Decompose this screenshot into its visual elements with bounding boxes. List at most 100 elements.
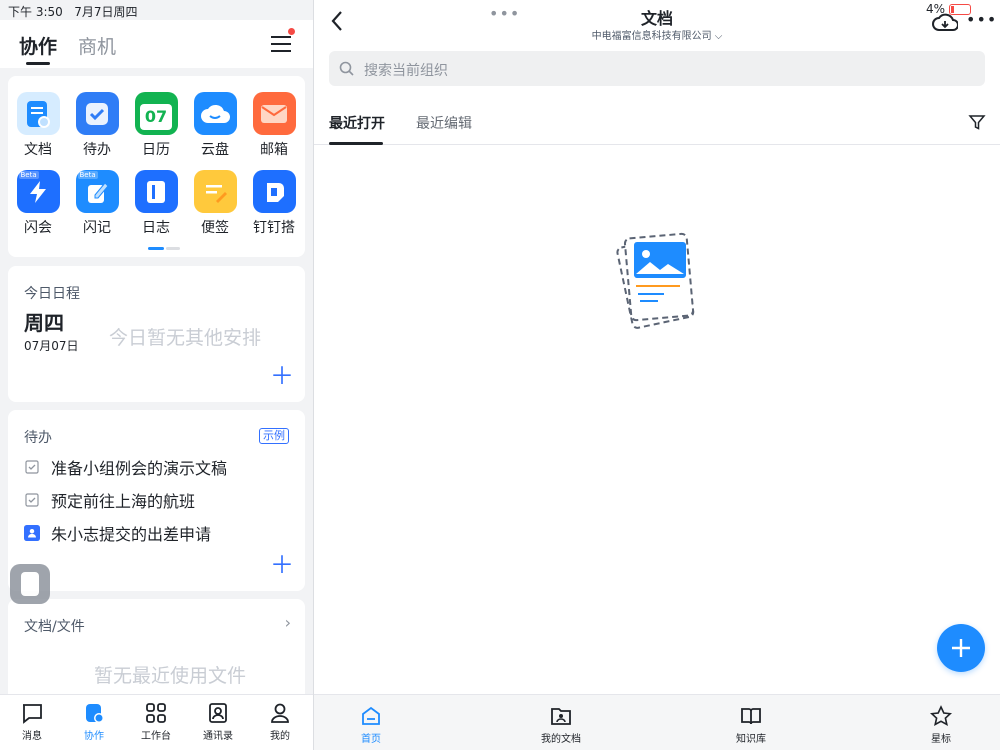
cloud-drive-icon: [193, 92, 237, 135]
app-sticky-note[interactable]: 便签: [185, 170, 245, 237]
checkbox-icon[interactable]: [24, 492, 40, 508]
todo-text: 准备小组例会的演示文稿: [51, 459, 228, 478]
app-label: 钉钉搭: [253, 220, 295, 236]
grid-icon: [146, 703, 166, 723]
app-label: 闪记: [83, 220, 111, 236]
nav-home[interactable]: 首页: [331, 705, 411, 745]
todo-item[interactable]: 朱小志提交的出差申请: [24, 521, 211, 545]
app-label: 日历: [142, 142, 170, 158]
app-label: 待办: [83, 142, 111, 158]
chat-icon: [23, 704, 42, 724]
app-label: 闪会: [24, 220, 52, 236]
folder-user-icon: [551, 708, 571, 725]
todo-text: 朱小志提交的出差申请: [51, 525, 212, 544]
docs-title: 文档/文件: [24, 619, 85, 635]
add-todo-button[interactable]: ＋: [270, 553, 294, 577]
beta-badge: Beta: [18, 171, 39, 179]
bottom-nav: 消息 协作 工作台 通讯录 我的: [0, 694, 313, 750]
doc-bottom-nav: 首页 我的文档 知识库 星标: [314, 694, 1000, 750]
org-name: 中电福富信息科技有限公司: [591, 31, 712, 42]
search-icon: [339, 61, 354, 76]
nav-collaboration[interactable]: 协作: [64, 701, 124, 742]
search-input[interactable]: 搜索当前组织: [329, 51, 985, 86]
beta-badge: Beta: [77, 171, 98, 179]
app-log[interactable]: 日志: [126, 170, 186, 237]
cloud-sync-icon[interactable]: [932, 12, 959, 36]
active-tab-indicator: [329, 142, 383, 145]
app-cloud-drive[interactable]: 云盘: [185, 92, 245, 159]
app-flash-meeting[interactable]: Beta 闪会: [8, 170, 68, 237]
status-time-date: 下午 3:50 7月7日周四: [8, 3, 138, 20]
more-options-icon[interactable]: •••: [966, 10, 997, 29]
todo-item[interactable]: 预定前往上海的航班: [24, 488, 195, 512]
todo-icon: [75, 92, 119, 135]
status-date: 7月7日周四: [74, 5, 138, 19]
todo-title: 待办: [24, 430, 52, 446]
search-placeholder: 搜索当前组织: [364, 63, 448, 79]
nav-knowledge-base[interactable]: 知识库: [711, 705, 791, 745]
nav-profile[interactable]: 我的: [250, 701, 310, 742]
dingtalk-build-icon: [252, 170, 296, 213]
doc-tabs: 最近打开 最近编辑: [314, 100, 1000, 145]
checkbox-icon[interactable]: [24, 459, 40, 475]
flash-meeting-icon: Beta: [16, 170, 60, 213]
doc-header: ••• 文档 中电福富信息科技有限公司 ⌵ 4% •••: [314, 0, 1000, 44]
calendar-day: 07: [140, 103, 172, 130]
nav-starred[interactable]: 星标: [901, 705, 981, 745]
chevron-right-icon[interactable]: ›: [285, 613, 291, 632]
left-pane: 下午 3:50 7月7日周四 协作 商机 文档 待办 07 日历 云盘 邮箱 B…: [0, 0, 313, 750]
app-label: 云盘: [201, 142, 229, 158]
todo-item[interactable]: 准备小组例会的演示文稿: [24, 455, 227, 479]
status-time: 下午 3:50: [8, 5, 63, 19]
nav-messages[interactable]: 消息: [2, 701, 62, 742]
notification-dot: [288, 28, 295, 35]
nav-workbench[interactable]: 工作台: [126, 701, 186, 742]
workspace-header: 协作 商机: [0, 20, 313, 68]
schedule-weekday: 周四: [24, 311, 64, 335]
app-mail[interactable]: 邮箱: [244, 92, 304, 159]
create-doc-button[interactable]: [937, 624, 985, 672]
example-badge: 示例: [259, 428, 289, 444]
contacts-icon: [209, 703, 227, 723]
app-flash-note[interactable]: Beta 闪记: [67, 170, 127, 237]
app-dingtalk-build[interactable]: 钉钉搭: [244, 170, 304, 237]
tab-recently-edited[interactable]: 最近编辑: [416, 113, 472, 133]
org-switcher[interactable]: 中电福富信息科技有限公司 ⌵: [314, 27, 1000, 42]
nav-my-docs[interactable]: 我的文档: [521, 705, 601, 745]
tab-collaboration[interactable]: 协作: [19, 32, 57, 59]
tab-recently-opened[interactable]: 最近打开: [329, 113, 385, 133]
menu-icon[interactable]: [271, 28, 295, 52]
approval-icon: [24, 525, 40, 541]
page-title: 文档: [640, 9, 673, 28]
flash-note-icon: Beta: [75, 170, 119, 213]
floating-assistive-button[interactable]: [10, 564, 50, 604]
calendar-icon: 07: [134, 92, 178, 135]
app-calendar[interactable]: 07 日历: [126, 92, 186, 159]
todo-text: 预定前往上海的航班: [51, 492, 196, 511]
star-icon: [930, 705, 952, 727]
schedule-card[interactable]: 今日日程 周四 07月07日 今日暂无其他安排 ＋: [8, 266, 305, 402]
log-icon: [134, 170, 178, 213]
docs-empty-text: 暂无最近使用文件: [94, 665, 247, 687]
home-icon: [362, 706, 380, 725]
schedule-date: 07月07日: [24, 339, 79, 353]
plus-icon: [952, 639, 970, 657]
app-grid: 文档 待办 07 日历 云盘 邮箱 Beta 闪会 Beta 闪记 日志 便签 …: [8, 76, 305, 257]
schedule-empty-text: 今日暂无其他安排: [109, 327, 262, 349]
app-docs[interactable]: 文档: [8, 92, 68, 159]
add-schedule-button[interactable]: ＋: [270, 364, 294, 388]
tab-business[interactable]: 商机: [78, 32, 116, 59]
active-tab-indicator: [26, 62, 50, 65]
chevron-down-icon: ⌵: [714, 31, 723, 42]
recent-docs-card[interactable]: 文档/文件 › 暂无最近使用文件: [8, 599, 305, 709]
app-label: 邮箱: [260, 142, 288, 158]
todo-card[interactable]: 待办 示例 准备小组例会的演示文稿 预定前往上海的航班 朱小志提交的出差申请 ＋: [8, 410, 305, 591]
filter-icon[interactable]: [968, 113, 986, 135]
app-label: 日志: [142, 220, 170, 236]
mail-icon: [252, 92, 296, 135]
app-todo[interactable]: 待办: [67, 92, 127, 159]
person-icon: [271, 703, 289, 723]
app-label: 便签: [201, 220, 229, 236]
right-pane: ••• 文档 中电福富信息科技有限公司 ⌵ 4% ••• 搜索当前组织 最近打开…: [314, 0, 1000, 750]
nav-contacts[interactable]: 通讯录: [188, 701, 248, 742]
